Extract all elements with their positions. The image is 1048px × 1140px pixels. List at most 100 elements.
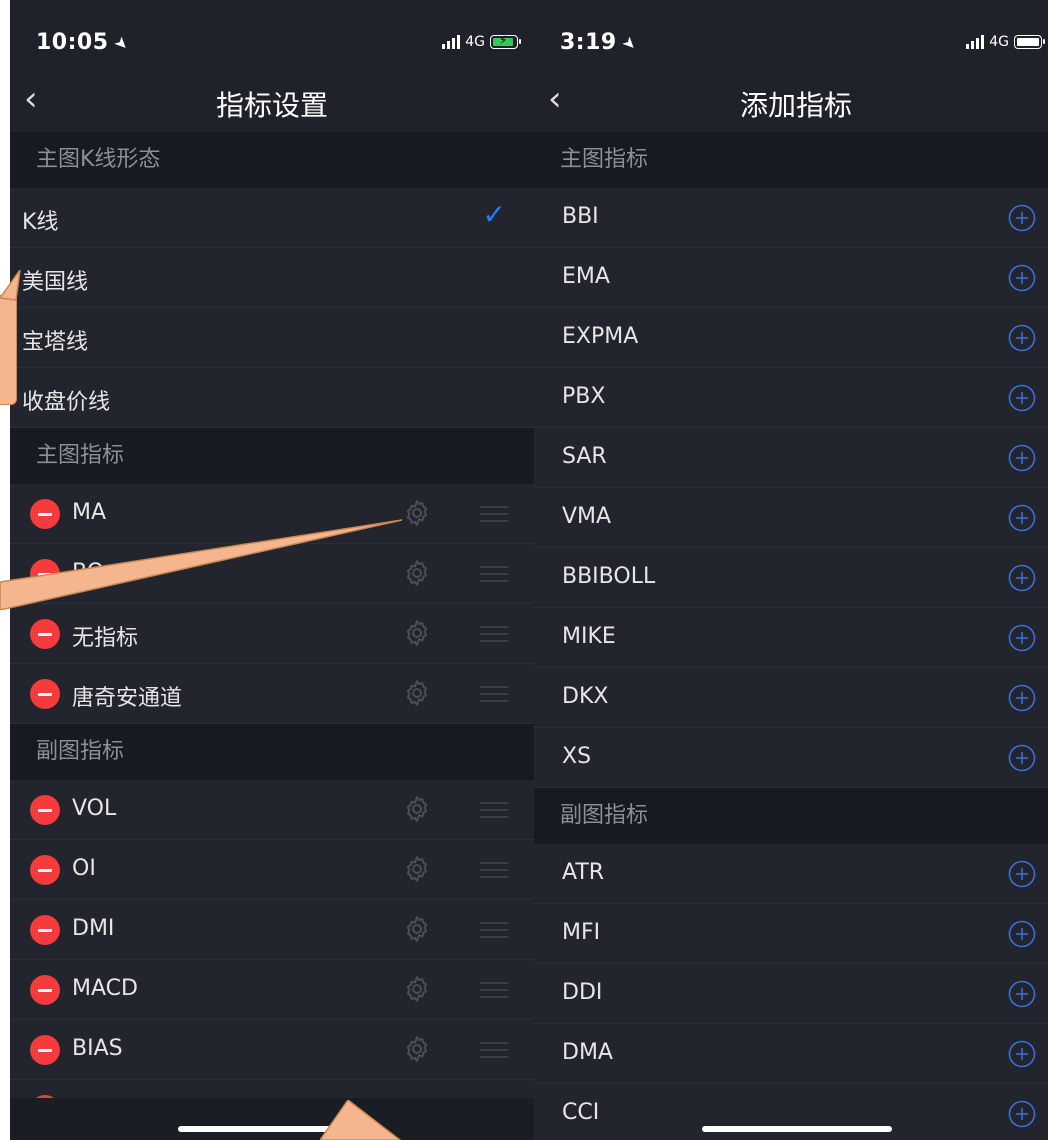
gear-icon[interactable]: [402, 914, 432, 944]
add-indicator-row[interactable]: MIKE: [534, 608, 1048, 668]
row-label: 唐奇安通道: [72, 686, 183, 711]
status-bar: 10:05➤ 4G ⚡: [10, 0, 534, 70]
remove-minus-icon[interactable]: [30, 619, 60, 649]
settings-list: 主图K线形态K线✓美国线宝塔线收盘价线主图指标MABO无指标唐奇安通道副图指标V…: [10, 132, 534, 1140]
add-indicator-row[interactable]: EXPMA: [534, 308, 1048, 368]
row-label: MIKE: [562, 624, 616, 649]
kline-type-row[interactable]: 宝塔线: [10, 308, 534, 368]
bottom-safe-area: [10, 1098, 534, 1140]
add-circle-icon[interactable]: [1008, 504, 1036, 532]
remove-minus-icon[interactable]: [30, 1035, 60, 1065]
add-indicator-row[interactable]: VMA: [534, 488, 1048, 548]
row-label: BIAS: [72, 1036, 123, 1061]
remove-minus-icon[interactable]: [30, 975, 60, 1005]
gear-icon[interactable]: [402, 854, 432, 884]
gear-icon[interactable]: [402, 678, 432, 708]
callout-pointer-up: [0, 270, 21, 301]
section-header-sub: 副图指标: [10, 724, 534, 780]
add-indicator-row[interactable]: XS: [534, 728, 1048, 788]
nav-bar: ‹ 指标设置: [10, 70, 534, 132]
status-time: 10:05➤: [36, 30, 134, 56]
add-circle-icon[interactable]: [1008, 384, 1036, 412]
add-circle-icon[interactable]: [1008, 980, 1036, 1008]
drag-handle-icon[interactable]: [480, 506, 508, 522]
add-indicator-row[interactable]: EMA: [534, 248, 1048, 308]
network-label: 4G: [465, 34, 485, 50]
add-circle-icon[interactable]: [1008, 564, 1036, 592]
add-circle-icon[interactable]: [1008, 860, 1036, 888]
row-label: MFI: [562, 920, 601, 945]
gear-icon[interactable]: [402, 794, 432, 824]
row-label: BBI: [562, 204, 599, 229]
gear-icon[interactable]: [402, 974, 432, 1004]
row-label: OI: [72, 856, 96, 881]
indicator-list: 主图指标 BBI EMA EXPMA PBX SAR VMA BBIBOLL MIKE DKX XS…: [534, 132, 1048, 1140]
status-time: 3:19➤: [560, 30, 642, 56]
gear-icon[interactable]: [402, 618, 432, 648]
add-circle-icon[interactable]: [1008, 624, 1036, 652]
add-circle-icon[interactable]: [1008, 264, 1036, 292]
row-label: SAR: [562, 444, 607, 469]
drag-handle-icon[interactable]: [480, 566, 508, 582]
add-circle-icon[interactable]: [1008, 1040, 1036, 1068]
section-header-main: 主图指标: [534, 132, 1048, 188]
row-label: 收盘价线: [22, 390, 111, 415]
kline-type-row[interactable]: 美国线: [10, 248, 534, 308]
drag-handle-icon[interactable]: [480, 922, 508, 938]
callout-pointer-bottom: [320, 1100, 402, 1140]
checkmark-icon: ✓: [482, 198, 506, 231]
section-header-kline: 主图K线形态: [10, 132, 534, 188]
add-indicator-screen: 3:19➤ 4G ‹ 添加指标 主图指标 BBI EMA EXPMA PBX SAR VMA…: [534, 0, 1048, 1140]
row-label: EXPMA: [562, 324, 639, 349]
signal-icon: [966, 35, 985, 49]
indicator-row: VOL: [10, 780, 534, 840]
network-label: 4G: [989, 34, 1009, 50]
callout-pointer-gear: [0, 519, 403, 610]
remove-minus-icon[interactable]: [30, 915, 60, 945]
add-circle-icon[interactable]: [1008, 1100, 1036, 1128]
row-label: XS: [562, 744, 592, 769]
signal-icon: [442, 35, 461, 49]
row-label: DMI: [72, 916, 115, 941]
remove-minus-icon[interactable]: [30, 679, 60, 709]
add-indicator-row[interactable]: SAR: [534, 428, 1048, 488]
drag-handle-icon[interactable]: [480, 686, 508, 702]
add-indicator-row[interactable]: DMA: [534, 1024, 1048, 1084]
add-indicator-row[interactable]: BBI: [534, 188, 1048, 248]
drag-handle-icon[interactable]: [480, 626, 508, 642]
drag-handle-icon[interactable]: [480, 862, 508, 878]
drag-handle-icon[interactable]: [480, 982, 508, 998]
remove-minus-icon[interactable]: [30, 795, 60, 825]
row-label: 宝塔线: [22, 330, 89, 355]
drag-handle-icon[interactable]: [480, 802, 508, 818]
add-indicator-row[interactable]: ATR: [534, 844, 1048, 904]
row-label: MACD: [72, 976, 138, 1001]
indicator-row: DMI: [10, 900, 534, 960]
add-indicator-row[interactable]: BBIBOLL: [534, 548, 1048, 608]
home-indicator[interactable]: [702, 1126, 892, 1132]
add-circle-icon[interactable]: [1008, 444, 1036, 472]
row-label: DMA: [562, 1040, 613, 1065]
drag-handle-icon[interactable]: [480, 1042, 508, 1058]
add-indicator-row[interactable]: MFI: [534, 904, 1048, 964]
page-title: 添加指标: [739, 89, 852, 122]
row-label: DKX: [562, 684, 609, 709]
callout-box-left: [0, 295, 17, 405]
status-bar: 3:19➤ 4G: [534, 0, 1048, 70]
add-circle-icon[interactable]: [1008, 204, 1036, 232]
row-label: ATR: [562, 860, 605, 885]
row-label: EMA: [562, 264, 610, 289]
kline-type-row[interactable]: K线 ✓: [10, 188, 534, 248]
gear-icon[interactable]: [402, 1034, 432, 1064]
kline-type-row[interactable]: 收盘价线: [10, 368, 534, 428]
add-circle-icon[interactable]: [1008, 684, 1036, 712]
add-circle-icon[interactable]: [1008, 324, 1036, 352]
add-indicator-row[interactable]: DDI: [534, 964, 1048, 1024]
add-indicator-row[interactable]: DKX: [534, 668, 1048, 728]
add-indicator-row[interactable]: PBX: [534, 368, 1048, 428]
remove-minus-icon[interactable]: [30, 855, 60, 885]
indicator-row: BIAS: [10, 1020, 534, 1080]
add-circle-icon[interactable]: [1008, 744, 1036, 772]
indicator-row: MACD: [10, 960, 534, 1020]
add-circle-icon[interactable]: [1008, 920, 1036, 948]
